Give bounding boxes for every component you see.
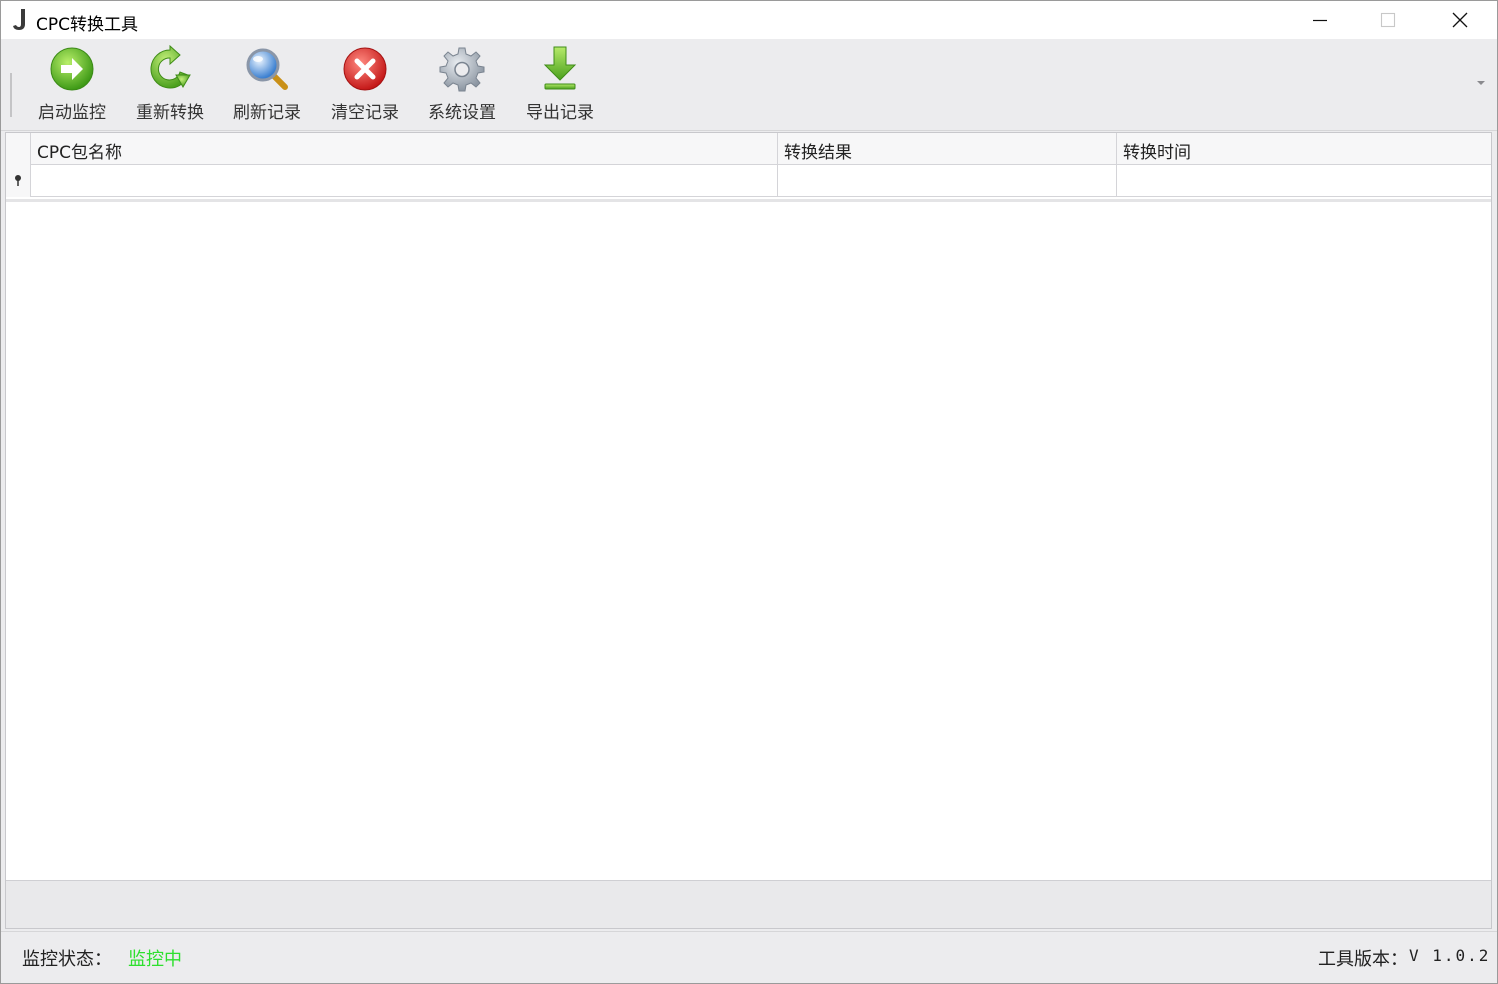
column-header-cpc-name[interactable]: CPC包名称 [30, 133, 777, 165]
start-monitor-label: 启动监控 [38, 103, 106, 123]
close-icon [1452, 12, 1468, 28]
app-logo-icon [13, 9, 25, 30]
clear-records-button[interactable]: 清空记录 [320, 45, 410, 125]
records-grid[interactable]: CPC包名称 转换结果 转换时间 [5, 132, 1492, 929]
toolbar-grip[interactable] [10, 73, 16, 117]
filter-cell-time[interactable] [1116, 165, 1491, 197]
refresh-icon [150, 45, 191, 89]
version-label: 工具版本： [1318, 949, 1408, 970]
grid-body[interactable] [6, 202, 1491, 880]
title-bar: CPC转换工具 [1, 1, 1497, 39]
toolbar: 启动监控 重新转换 刷新记录 清空记录 系统设置 导出记录 [1, 39, 1497, 131]
version-value: V 1.0.2 [1409, 946, 1491, 965]
clear-x-icon [343, 47, 387, 91]
close-button[interactable] [1425, 1, 1495, 39]
grid-header: CPC包名称 转换结果 转换时间 [6, 133, 1491, 165]
gear-icon [439, 47, 485, 92]
pin-icon [15, 175, 21, 186]
column-header-result[interactable]: 转换结果 [777, 133, 1116, 165]
maximize-button[interactable] [1353, 1, 1423, 39]
filter-cell-cpc-name[interactable] [30, 165, 777, 197]
system-settings-label: 系统设置 [428, 103, 496, 123]
export-records-button[interactable]: 导出记录 [515, 45, 605, 125]
monitor-status-value: 监控中 [128, 949, 182, 970]
grid-footer [6, 880, 1491, 928]
maximize-icon [1380, 12, 1396, 28]
status-bar: 监控状态： 监控中 工具版本： V 1.0.2 [1, 931, 1497, 983]
clear-records-label: 清空记录 [331, 103, 399, 123]
refresh-records-button[interactable]: 刷新记录 [222, 45, 312, 125]
app-window: CPC转换工具 启动监控 重新转换 刷新记录 清空记录 系统设置 导出记录 CP… [0, 0, 1498, 984]
play-arrow-icon [50, 47, 94, 91]
reconvert-button[interactable]: 重新转换 [125, 45, 215, 125]
export-records-label: 导出记录 [526, 103, 594, 123]
column-header-time[interactable]: 转换时间 [1116, 133, 1491, 165]
reconvert-label: 重新转换 [136, 103, 204, 123]
system-settings-button[interactable]: 系统设置 [417, 45, 507, 125]
download-icon [543, 46, 577, 90]
minimize-icon [1313, 19, 1327, 22]
filter-cell-result[interactable] [777, 165, 1116, 197]
refresh-records-label: 刷新记录 [233, 103, 301, 123]
filter-row [6, 165, 1491, 197]
filter-row-indicator [6, 165, 30, 197]
grid-corner [6, 133, 30, 165]
window-title: CPC转换工具 [36, 15, 138, 35]
start-monitor-button[interactable]: 启动监控 [27, 45, 117, 125]
magnifier-icon [246, 48, 288, 90]
toolbar-overflow-icon[interactable] [1475, 79, 1487, 87]
minimize-button[interactable] [1285, 1, 1355, 39]
monitor-status-label: 监控状态： [22, 949, 112, 970]
